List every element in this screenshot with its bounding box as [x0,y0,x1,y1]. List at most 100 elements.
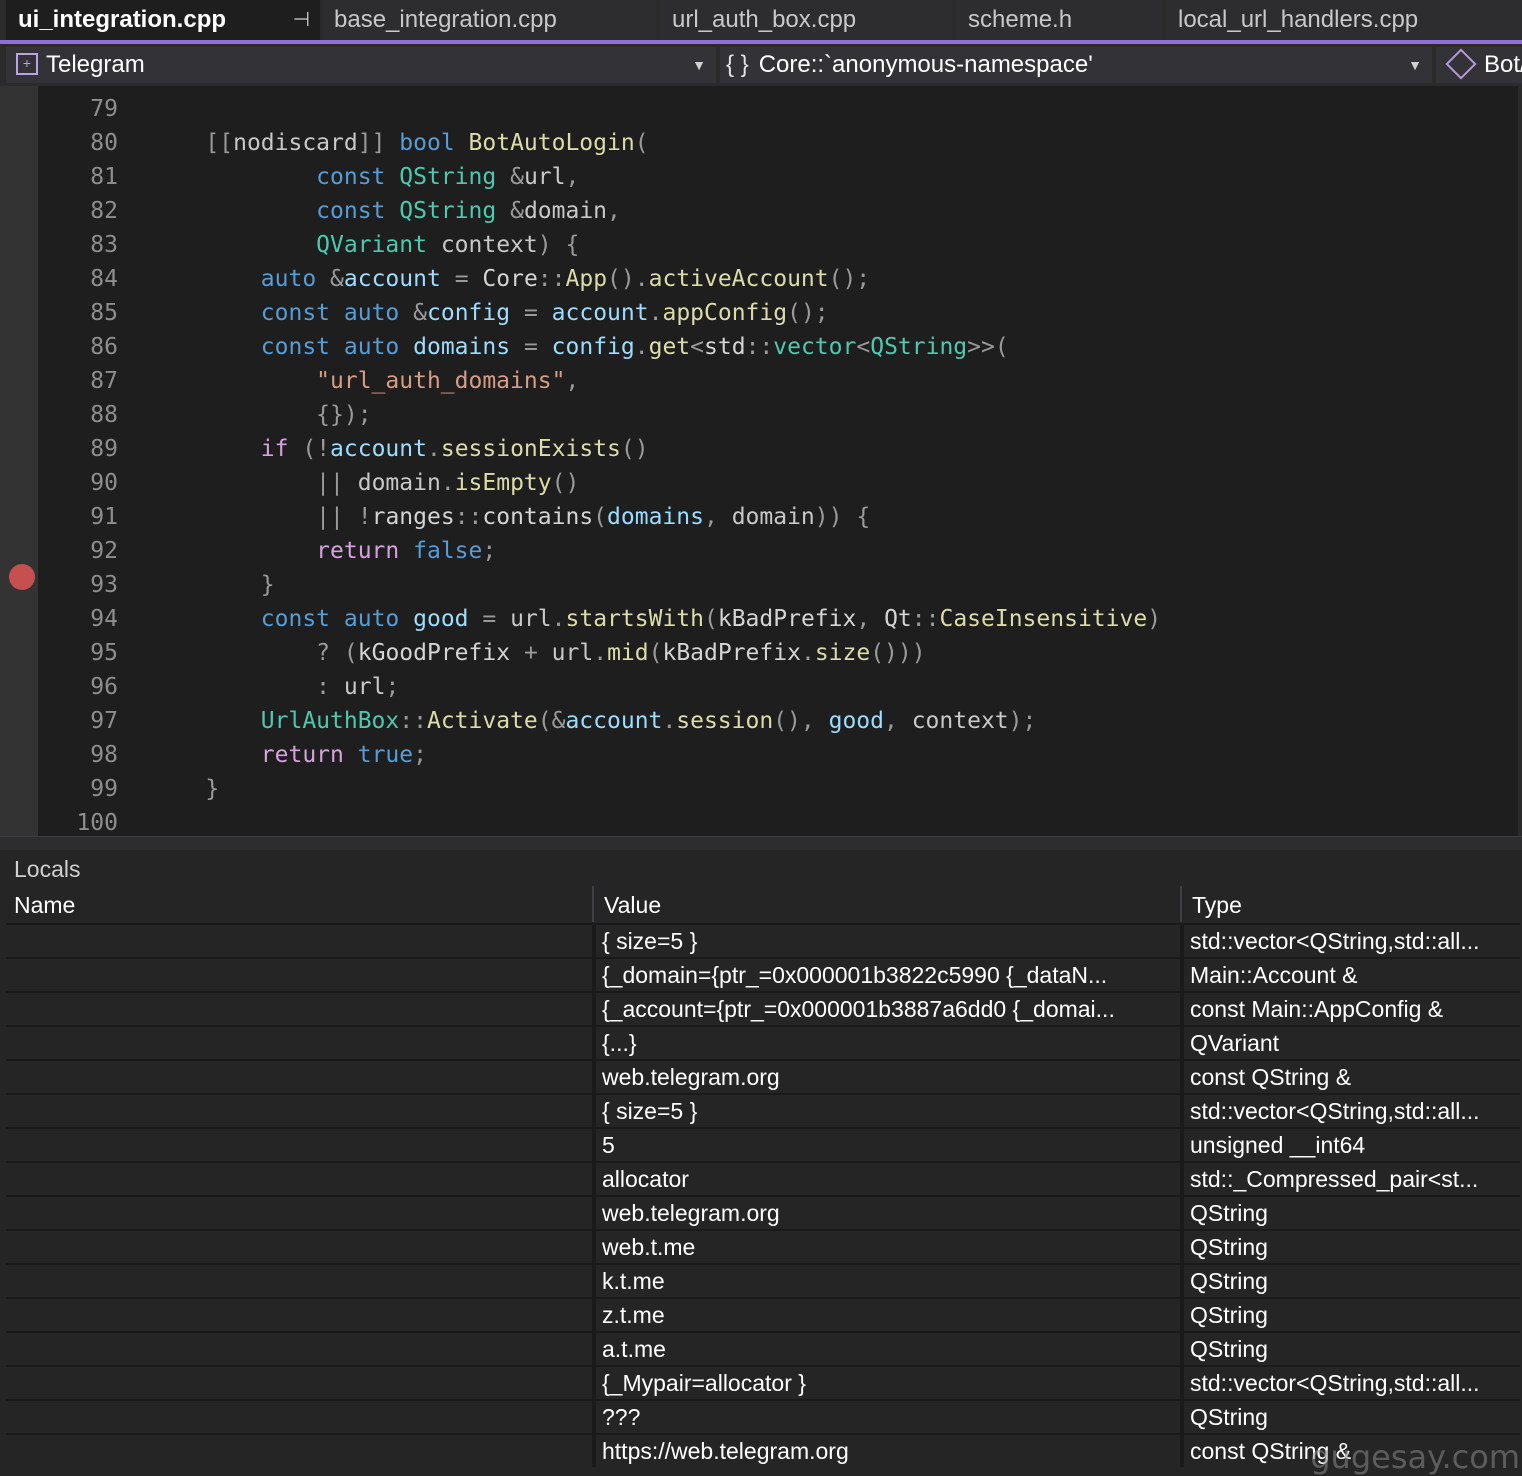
locals-row[interactable]: ▷[3]z.t.meQString [6,1297,1520,1331]
variable-value[interactable]: web.telegram.org [596,1061,1180,1093]
code-line[interactable]: 80 [[nodiscard]] bool BotAutoLogin( [38,126,1522,160]
code-text[interactable]: const auto good = url.startsWith(kBadPre… [150,602,1161,636]
variable-value[interactable]: {_account={ptr_=0x000001b3887a6dd0 {_dom… [596,993,1180,1025]
code-text[interactable]: if (!account.sessionExists() [150,432,649,466]
code-text[interactable]: } [150,568,275,602]
variable-value[interactable]: a.t.me [596,1333,1180,1365]
column-divider[interactable] [592,886,594,922]
code-line[interactable]: 83 QVariant context) { [38,228,1522,262]
code-text[interactable]: "url_auth_domains", [150,364,579,398]
code-text[interactable]: const QString &url, [150,160,579,194]
variable-type: std::vector<QString,std::all... [1190,928,1480,954]
variable-value[interactable]: { size=5 } [596,925,1180,957]
locals-row[interactable]: ▷context{...}QVariant [6,1025,1520,1059]
locals-row[interactable]: ▷[4]a.t.meQString [6,1331,1520,1365]
locals-row[interactable]: ▷good???QString [6,1399,1520,1433]
code-text[interactable]: } [150,772,219,806]
code-line[interactable]: 81 const QString &url, [38,160,1522,194]
locals-row[interactable]: ▷[2]k.t.meQString [6,1263,1520,1297]
locals-row[interactable]: ▷domainweb.telegram.orgconst QString & [6,1059,1520,1093]
column-header-value[interactable]: Value [604,888,661,922]
tab-scheme-h[interactable]: scheme.h [956,0,1162,40]
code-text[interactable]: : url; [150,670,399,704]
variable-value[interactable]: { size=5 } [596,1095,1180,1127]
tab-label: base_integration.cpp [334,6,557,33]
locals-row[interactable]: ▷account{_domain={ptr_=0x000001b3822c599… [6,957,1520,991]
code-line[interactable]: 85 const auto &config = account.appConfi… [38,296,1522,330]
variable-value[interactable]: z.t.me [596,1299,1180,1331]
variable-value[interactable]: allocator [596,1163,1180,1195]
panel-splitter[interactable] [0,836,1522,850]
code-line[interactable]: 90 || domain.isEmpty() [38,466,1522,500]
project-dropdown[interactable]: + Telegram ▼ [6,47,716,83]
code-line[interactable]: 99 } [38,772,1522,806]
locals-row[interactable]: [capacity]5unsigned __int64 [6,1127,1520,1161]
variable-value[interactable]: 5 [596,1129,1180,1161]
code-line[interactable]: 100 [38,806,1522,840]
locals-row[interactable]: ▷[Raw View]{_Mypair=allocator }std::vect… [6,1365,1520,1399]
column-divider[interactable] [1180,886,1182,922]
locals-row[interactable]: ▷urlhttps://web.telegram.orgconst QStrin… [6,1433,1520,1467]
code-line[interactable]: 95 ? (kGoodPrefix + url.mid(kBadPrefix.s… [38,636,1522,670]
code-line[interactable]: 97 UrlAuthBox::Activate(&account.session… [38,704,1522,738]
variable-value[interactable]: ??? [596,1401,1180,1433]
tab-base-integration[interactable]: base_integration.cpp [322,0,656,40]
tab-ui-integration[interactable]: ui_integration.cpp ⊣ [6,0,320,40]
code-text[interactable]: ? (kGoodPrefix + url.mid(kBadPrefix.size… [150,636,925,670]
code-text[interactable]: auto &account = Core::App().activeAccoun… [150,262,870,296]
line-number: 84 [90,266,118,292]
code-line[interactable]: 94 const auto good = url.startsWith(kBad… [38,602,1522,636]
locals-row[interactable]: ▷[0]web.telegram.orgQString [6,1195,1520,1229]
code-line[interactable]: 82 const QString &domain, [38,194,1522,228]
column-header-name[interactable]: Name [14,888,75,922]
variable-value[interactable]: {_domain={ptr_=0x000001b3822c5990 {_data… [596,959,1180,991]
code-line[interactable]: 87 "url_auth_domains", [38,364,1522,398]
code-line[interactable]: 88 {}); [38,398,1522,432]
pin-icon[interactable]: ⊣ [293,0,310,40]
code-editor[interactable]: 79 80 [[nodiscard]] bool BotAutoLogin(81 … [0,86,1522,836]
code-text[interactable]: {}); [150,398,371,432]
code-text[interactable]: return false; [150,534,496,568]
variable-value[interactable]: {_Mypair=allocator } [596,1367,1180,1399]
tab-local-url-handlers[interactable]: local_url_handlers.cpp [1166,0,1522,40]
variable-value[interactable]: web.t.me [596,1231,1180,1263]
code-line[interactable]: 96 : url; [38,670,1522,704]
variable-value[interactable]: https://web.telegram.org [596,1435,1180,1467]
code-line[interactable]: 89 if (!account.sessionExists() [38,432,1522,466]
breakpoint-icon[interactable] [9,564,35,590]
editor-scrollbar[interactable] [1518,86,1522,836]
code-line[interactable]: 84 auto &account = Core::App().activeAcc… [38,262,1522,296]
variable-value[interactable]: web.telegram.org [596,1197,1180,1229]
locals-row[interactable]: ▷[1]web.t.meQString [6,1229,1520,1263]
chevron-down-icon: ▼ [692,57,706,73]
locals-row[interactable]: ▷Main::AppConfig::get<std::vector<QStrin… [6,923,1520,957]
member-dropdown[interactable]: Bot/ [1436,47,1522,83]
code-text[interactable]: [[nodiscard]] bool BotAutoLogin( [150,126,648,160]
code-line[interactable]: 91 || !ranges::contains(domains, domain)… [38,500,1522,534]
scope-dropdown[interactable]: { } Core::`anonymous-namespace' ▼ [720,47,1432,83]
code-lines[interactable]: 79 80 [[nodiscard]] bool BotAutoLogin(81 … [38,92,1522,840]
variable-value[interactable]: k.t.me [596,1265,1180,1297]
code-text[interactable]: const auto &config = account.appConfig()… [150,296,829,330]
line-number: 96 [90,674,118,700]
code-line[interactable]: 79 [38,92,1522,126]
code-line[interactable]: 98 return true; [38,738,1522,772]
code-text[interactable]: const QString &domain, [150,194,621,228]
code-line[interactable]: 86 const auto domains = config.get<std::… [38,330,1522,364]
code-text[interactable]: return true; [150,738,427,772]
code-line[interactable]: 92 return false; [38,534,1522,568]
locals-row[interactable]: ▷[allocator]allocatorstd::_Compressed_pa… [6,1161,1520,1195]
code-text[interactable]: || !ranges::contains(domains, domain)) { [150,500,870,534]
column-header-type[interactable]: Type [1192,888,1242,922]
variable-value[interactable]: {...} [596,1027,1180,1059]
glyph-margin[interactable] [0,86,38,836]
code-line[interactable]: 93 } [38,568,1522,602]
locals-row[interactable]: ◢domains{ size=5 }std::vector<QString,st… [6,1093,1520,1127]
code-text[interactable]: QVariant context) { [150,228,579,262]
line-number: 92 [90,538,118,564]
tab-url-auth-box[interactable]: url_auth_box.cpp [660,0,952,40]
code-text[interactable]: || domain.isEmpty() [150,466,579,500]
code-text[interactable]: UrlAuthBox::Activate(&account.session(),… [150,704,1037,738]
code-text[interactable]: const auto domains = config.get<std::vec… [150,330,1009,364]
locals-row[interactable]: ▷config{_account={ptr_=0x000001b3887a6dd… [6,991,1520,1025]
